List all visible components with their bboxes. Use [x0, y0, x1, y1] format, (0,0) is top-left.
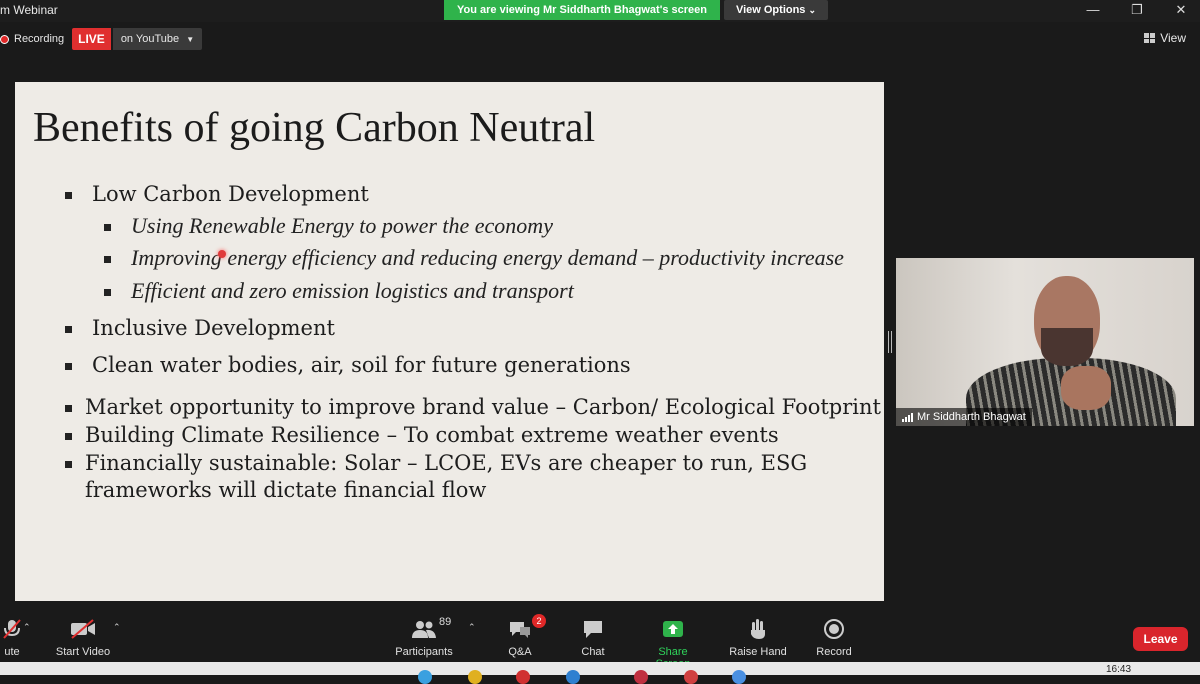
shared-screen-slide: Benefits of going Carbon Neutral Low Car… [15, 82, 884, 601]
taskbar-app-icon[interactable] [418, 670, 432, 684]
window-title: m Webinar [0, 3, 58, 17]
meeting-toolbar: ute ⌃ Start Video ⌃ 89 Participants ⌃ 2 … [0, 612, 1200, 670]
chat-button[interactable]: Chat [574, 618, 612, 658]
taskbar-app-icon[interactable] [468, 670, 482, 684]
qa-badge: 2 [532, 614, 546, 628]
slide-bullet: Market opportunity to improve brand valu… [85, 395, 881, 419]
participants-label: Participants [395, 646, 453, 658]
view-button[interactable]: View [1144, 31, 1186, 45]
taskbar-app-icon[interactable] [732, 670, 746, 684]
view-options-label: View Options [735, 4, 806, 16]
bullet-square-icon [65, 405, 72, 412]
video-off-icon [71, 619, 95, 639]
leave-button[interactable]: Leave [1133, 627, 1188, 651]
caret-down-icon: ▼ [186, 35, 195, 44]
taskbar-app-icon[interactable] [566, 670, 580, 684]
grid-view-icon [1144, 33, 1156, 43]
mic-muted-icon [3, 619, 21, 639]
record-button[interactable]: Record [812, 618, 856, 658]
taskbar-app-icon[interactable] [634, 670, 648, 684]
slide-bullet: Financially sustainable: Solar – LCOE, E… [85, 451, 808, 475]
start-video-label: Start Video [55, 646, 111, 658]
bullet-square-icon [65, 326, 72, 333]
slide-bullet-continuation: frameworks will dictate financial flow [85, 478, 487, 502]
viewing-banner: You are viewing Mr Siddharth Bhagwat's s… [444, 0, 720, 20]
bullet-square-icon [104, 256, 111, 263]
view-label: View [1160, 31, 1186, 45]
panel-splitter-handle[interactable] [888, 331, 892, 353]
live-platform-button[interactable]: on YouTube ▼ [112, 28, 203, 50]
bullet-square-icon [65, 192, 72, 199]
record-label: Record [816, 646, 852, 658]
slide-bullet: Inclusive Development [92, 316, 335, 340]
raise-hand-icon [751, 619, 765, 639]
laser-pointer-icon [218, 250, 226, 258]
record-icon [824, 619, 844, 639]
title-bar: m Webinar You are viewing Mr Siddharth B… [0, 0, 1200, 22]
speaker-name-tag: Mr Siddharth Bhagwat [896, 408, 1032, 426]
chat-icon [584, 621, 602, 638]
slide-sub-bullet: Improving energy efficiency and reducing… [131, 245, 844, 270]
bullet-square-icon [65, 363, 72, 370]
raise-hand-label: Raise Hand [729, 646, 787, 658]
slide-sub-bullet: Using Renewable Energy to power the econ… [131, 213, 553, 238]
bullet-square-icon [104, 224, 111, 231]
live-badge: LIVE [72, 28, 111, 50]
close-icon[interactable]: ✕ [1174, 2, 1188, 18]
chevron-down-icon: ⌄ [808, 5, 817, 15]
os-taskbar: 16:43 [0, 662, 1200, 684]
slide-title: Benefits of going Carbon Neutral [33, 105, 596, 151]
qa-button[interactable]: 2 Q&A [502, 614, 546, 658]
participants-icon [412, 621, 436, 638]
chat-label: Chat [581, 646, 605, 658]
recording-label: Recording [14, 33, 65, 45]
mute-options-caret-icon[interactable]: ⌃ [23, 622, 31, 633]
participants-count: 89 [439, 616, 452, 628]
slide-sub-bullet: Efficient and zero emission logistics an… [131, 278, 574, 303]
signal-strength-icon [902, 412, 913, 422]
participants-button[interactable]: 89 Participants [392, 616, 456, 658]
slide-bullet: Building Climate Resilience – To combat … [85, 423, 779, 447]
video-options-caret-icon[interactable]: ⌃ [113, 622, 121, 633]
speaker-name: Mr Siddharth Bhagwat [917, 411, 1026, 423]
minimize-icon[interactable]: — [1086, 2, 1100, 18]
taskbar-app-icon[interactable] [516, 670, 530, 684]
slide-bullet: Clean water bodies, air, soil for future… [92, 353, 631, 377]
taskbar-app-icon[interactable] [684, 670, 698, 684]
raise-hand-button[interactable]: Raise Hand [728, 618, 788, 658]
bullet-square-icon [104, 289, 111, 296]
start-video-button[interactable]: Start Video [52, 618, 114, 658]
mute-label: ute [4, 646, 20, 658]
qa-label: Q&A [508, 646, 532, 658]
participants-options-caret-icon[interactable]: ⌃ [468, 622, 476, 633]
view-options-button[interactable]: View Options ⌄ [724, 0, 828, 20]
speaker-video-tile[interactable]: Mr Siddharth Bhagwat [896, 258, 1194, 426]
bullet-square-icon [65, 433, 72, 440]
share-screen-icon [663, 621, 683, 637]
window-controls: — ❐ ✕ [1086, 2, 1188, 18]
qa-icon [510, 622, 530, 638]
recording-status: Recording LIVE on YouTube ▼ [0, 27, 203, 51]
slide-bullet: Low Carbon Development [92, 182, 369, 206]
live-platform-label: on YouTube [120, 33, 180, 45]
restore-icon[interactable]: ❐ [1130, 2, 1144, 18]
bullet-square-icon [65, 461, 72, 468]
taskbar-clock: 16:43 [1106, 664, 1132, 675]
recording-dot-icon [0, 34, 9, 44]
